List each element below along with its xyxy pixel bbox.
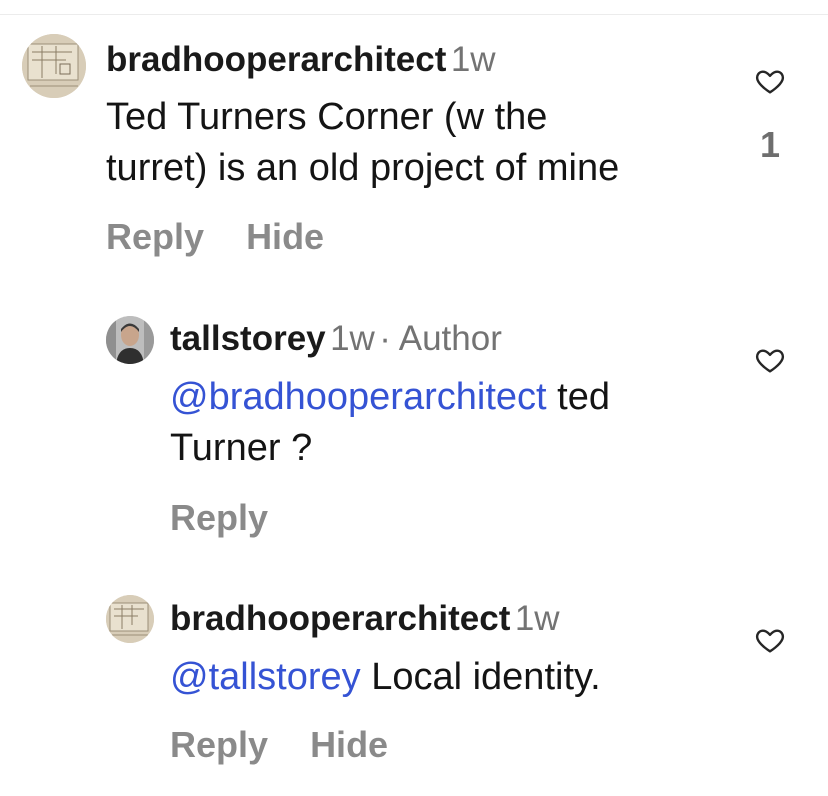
timestamp: 1w [514,599,560,638]
like-count[interactable]: 1 [754,124,786,166]
heart-icon[interactable] [754,65,786,97]
username[interactable]: tallstorey [170,319,326,358]
comment-text-line: Turner ? [170,427,313,469]
comment-text-segment: Local identity. [360,656,601,698]
heart-icon[interactable] [754,624,786,656]
reply-button[interactable]: Reply [170,724,268,765]
comment-actions: Reply Hide [106,216,356,258]
comment-text-line: @bradhooperarchitect ted [170,372,730,423]
hide-button[interactable]: Hide [310,724,388,765]
heart-icon[interactable] [754,344,786,376]
timestamp: 1w [330,319,375,358]
comment-header: bradhooperarchitect 1w [106,42,496,77]
comment-actions: Reply [170,497,300,539]
comment-text-line: turret) is an old project of mine [106,147,620,189]
comment-text: @tallstorey Local identity. [170,652,730,703]
username[interactable]: bradhooperarchitect [170,599,510,638]
person-avatar-icon [106,316,154,364]
comment-text-line: @tallstorey Local identity. [170,652,730,703]
reply-button[interactable]: Reply [170,497,268,538]
author-tag: · Author [379,319,502,358]
avatar[interactable] [22,34,86,98]
comment-text-line: Ted Turners Corner (w the [106,96,548,138]
avatar[interactable] [106,316,154,364]
sketch-avatar-icon [22,34,86,98]
avatar[interactable] [106,595,154,643]
timestamp: 1w [450,40,496,79]
comment-text: Ted Turners Corner (w the turret) is an … [106,92,726,194]
top-divider [0,14,828,15]
hide-button[interactable]: Hide [246,216,324,257]
username[interactable]: bradhooperarchitect [106,40,446,79]
mention-link[interactable]: @bradhooperarchitect [170,376,547,418]
reply-button[interactable]: Reply [106,216,204,257]
mention-link[interactable]: @tallstorey [170,656,361,698]
comment-text-segment: ted [546,376,610,418]
comment-header: tallstorey 1w · Author [170,321,502,356]
comment-text: @bradhooperarchitect ted Turner ? [170,372,730,474]
comment-header: bradhooperarchitect 1w [170,601,560,636]
comment-actions: Reply Hide [170,724,420,766]
sketch-avatar-icon [106,595,154,643]
